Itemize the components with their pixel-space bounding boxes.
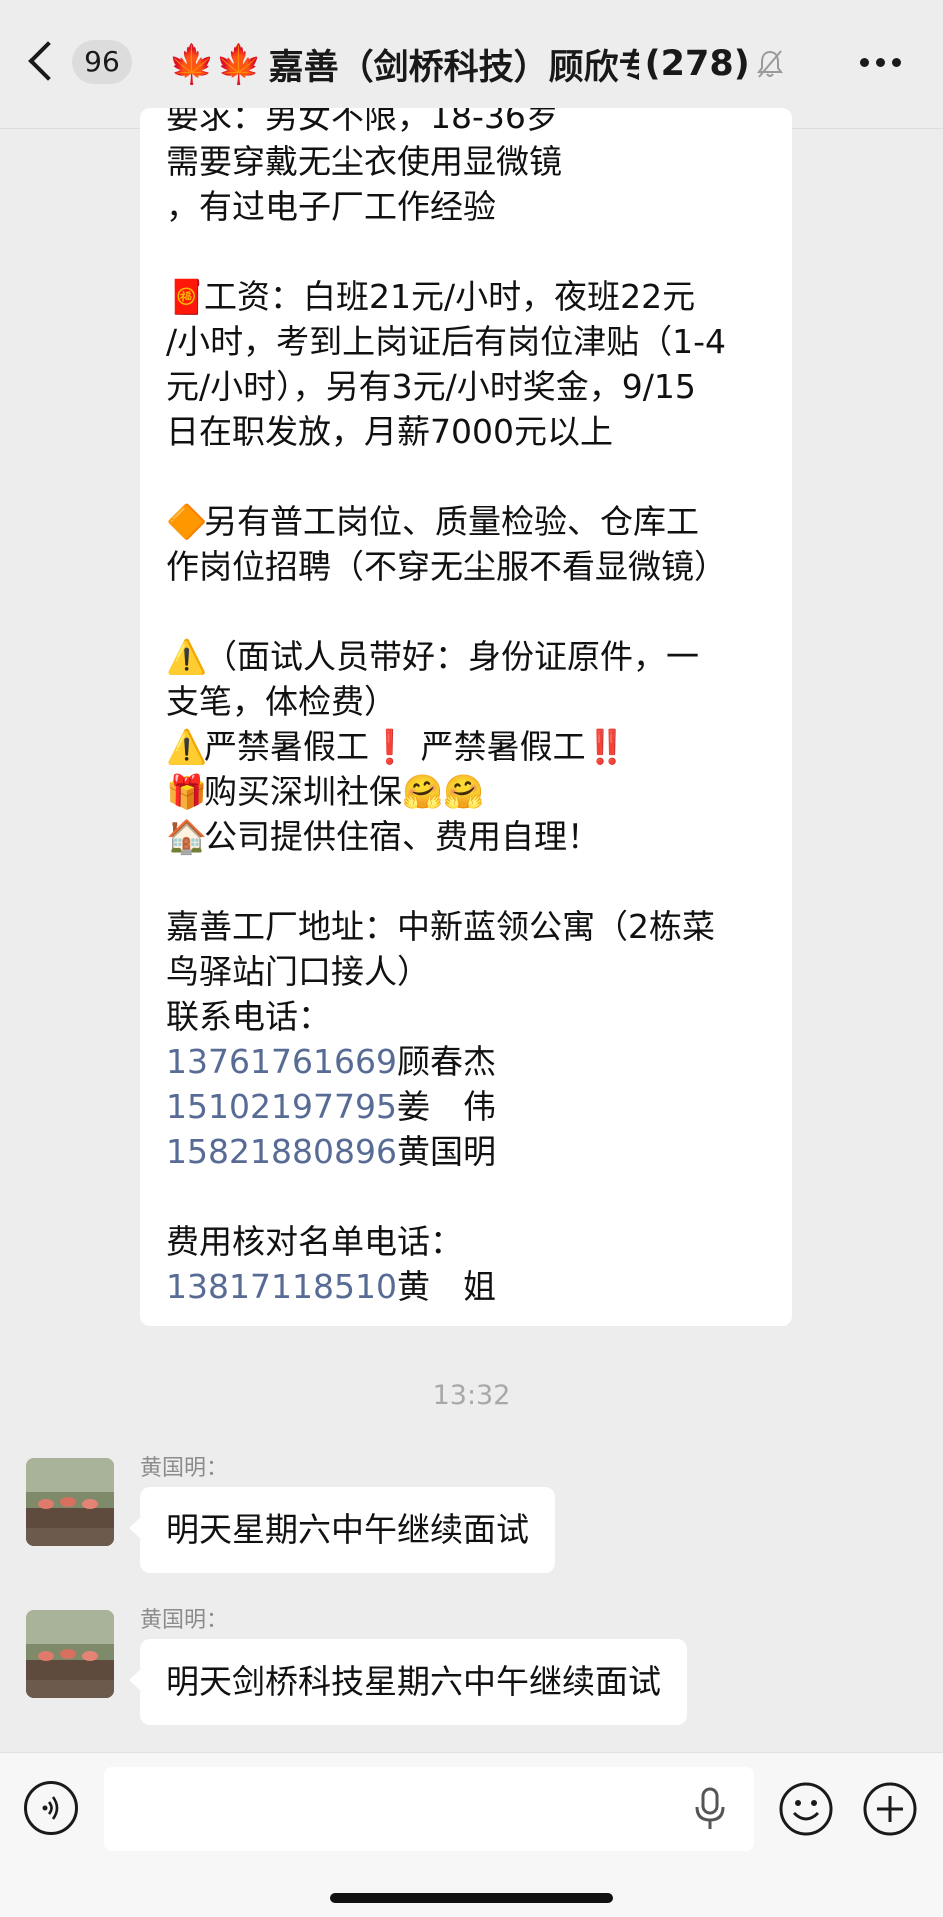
other-jobs-line: 🔶另有普工岗位、质量检验、仓库工 <box>166 499 776 544</box>
mute-bell-icon <box>756 50 783 78</box>
contact-name: 姜 伟 <box>396 1087 496 1126</box>
text-line: 元/小时），另有3元/小时奖金，9/15 <box>166 367 696 406</box>
text-line: 需要穿戴无尘衣使用显微镜 <box>166 142 562 181</box>
text-line: 鸟驿站门口接人） <box>166 952 430 991</box>
text-line: 嘉善工厂地址：中新蓝领公寓（2栋菜 <box>166 907 715 946</box>
phone-link[interactable]: 13761761669 <box>166 1042 397 1081</box>
back-icon[interactable] <box>28 41 68 81</box>
sender-name: 黄国明： <box>140 1456 229 1481</box>
text-line: /小时，考到上岗证后有岗位津贴（1-4 <box>166 322 727 361</box>
text-line: 日在职发放，月薪7000元以上 <box>166 412 613 451</box>
more-icon[interactable] <box>860 58 901 67</box>
home-indicator <box>330 1893 613 1903</box>
chat-title[interactable]: 🍁🍁 嘉善（剑桥科技）顾欣专用群 (278) <box>168 36 808 92</box>
gift-icon: 🎁 <box>166 772 208 811</box>
unread-count-badge[interactable]: 96 <box>72 40 132 84</box>
contact-line: 13817118510黄 姐 <box>166 1264 776 1309</box>
salary-line: 🧧工资：白班21元/小时，夜班22元 <box>166 274 776 319</box>
warning-icon: ⚠️ <box>166 727 208 766</box>
social-insurance-line: 🎁购买深圳社保🤗🤗 <box>166 769 776 814</box>
warning-icon: ⚠️ <box>166 637 208 676</box>
phone-link[interactable]: 15102197795 <box>166 1087 397 1126</box>
fu-icon: 🔶 <box>166 502 208 541</box>
time-divider: 13:32 <box>432 1380 511 1411</box>
text-line: ，有过电子厂工作经验 <box>166 187 496 226</box>
mic-icon[interactable] <box>692 1785 728 1833</box>
message-bubble[interactable]: 明天剑桥科技星期六中午继续面试 <box>129 1639 687 1725</box>
contact-line: 15102197795姜 伟 <box>166 1084 776 1129</box>
avatar[interactable] <box>26 1610 114 1698</box>
recruitment-message-bubble[interactable]: 要求：男女不限，18-36岁 需要穿戴无尘衣使用显微镜 ，有过电子厂工作经验 🧧… <box>140 108 792 1326</box>
phone-link[interactable]: 13817118510 <box>166 1267 397 1306</box>
member-count: (278) <box>644 44 750 84</box>
text-line: 支笔，体检费） <box>166 682 397 721</box>
input-bar <box>0 1752 943 1917</box>
plus-icon[interactable] <box>862 1781 918 1837</box>
text-line: 联系电话： <box>166 997 331 1036</box>
house-icon: 🏠 <box>166 817 208 856</box>
contact-line: 15821880896黄国明 <box>166 1129 776 1174</box>
contact-name: 顾春杰 <box>396 1042 496 1081</box>
double-exclamation-icon: ‼️ <box>585 727 627 766</box>
group-name: 嘉善（剑桥科技）顾欣专用群 <box>268 47 639 88</box>
no-summer-worker-line: ⚠️严禁暑假工❗ 严禁暑假工‼️ <box>166 724 776 769</box>
text-line: 费用核对名单电话： <box>166 1222 463 1261</box>
voice-icon[interactable] <box>24 1781 78 1835</box>
text-line: 作岗位招聘（不穿无尘服不看显微镜） <box>166 547 727 586</box>
emoji-icon[interactable] <box>778 1781 834 1837</box>
housing-line: 🏠公司提供住宿、费用自理！ <box>166 814 776 859</box>
recruitment-message-text: 要求：男女不限，18-36岁 需要穿戴无尘衣使用显微镜 ，有过电子厂工作经验 🧧… <box>166 108 776 1309</box>
red-envelope-icon: 🧧 <box>166 277 208 316</box>
exclamation-icon: ❗ <box>369 727 411 766</box>
phone-link[interactable]: 15821880896 <box>166 1132 397 1171</box>
contact-line: 13761761669顾春杰 <box>166 1039 776 1084</box>
message-input[interactable] <box>104 1767 754 1851</box>
avatar[interactable] <box>26 1458 114 1546</box>
hug-icons: 🤗🤗 <box>402 772 485 811</box>
contact-name: 黄国明 <box>396 1132 496 1171</box>
sender-name: 黄国明： <box>140 1608 229 1633</box>
interview-line: ⚠️（面试人员带好：身份证原件，一 <box>166 634 776 679</box>
maple-leaf-icons: 🍁🍁 <box>168 42 263 86</box>
message-bubble[interactable]: 明天星期六中午继续面试 <box>129 1487 555 1573</box>
contact-name: 黄 姐 <box>396 1267 496 1306</box>
text-line: 要求：男女不限，18-36岁 <box>166 108 559 136</box>
